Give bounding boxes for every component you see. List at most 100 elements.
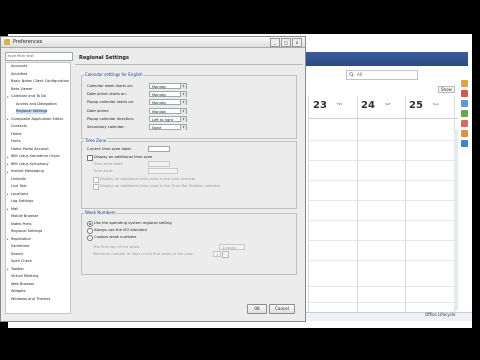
- tree-item[interactable]: Mobile Browser: [11, 214, 39, 219]
- tree-item[interactable]: Replication: [11, 237, 31, 242]
- tree-item[interactable]: Locations: [11, 192, 28, 197]
- tz-option-2: Display an additional time zone in the T…: [100, 184, 221, 188]
- select-value: Monday: [152, 109, 167, 114]
- twisty-collapsed-icon[interactable]: ▸: [7, 170, 9, 174]
- sidebar-tool-icon[interactable]: [461, 120, 468, 127]
- tree-item[interactable]: Sametime: [11, 244, 29, 249]
- window-controls: _ □ x: [269, 38, 302, 47]
- tz-label-input[interactable]: [148, 161, 170, 167]
- min-days-label: Minimum number of days in the first week…: [93, 252, 194, 256]
- tree-item[interactable]: Toolbar: [11, 267, 24, 272]
- twisty-collapsed-icon[interactable]: ▸: [7, 267, 9, 271]
- time-zone-group: [81, 141, 297, 209]
- settings-panel: Regional Settings Calendar settings for …: [75, 51, 303, 317]
- tree-item[interactable]: Contacts: [11, 124, 27, 129]
- tree-item[interactable]: IBM Lotus Sametime Unyte: [11, 154, 60, 159]
- tree-item[interactable]: Notes Ports: [11, 222, 32, 227]
- search-box[interactable]: All: [346, 70, 418, 80]
- day-header-23[interactable]: 23 FRI: [313, 100, 342, 118]
- tree-item[interactable]: Fonts: [11, 139, 21, 144]
- week-number-radio[interactable]: [87, 221, 93, 227]
- show-button[interactable]: Show: [438, 86, 455, 93]
- tree-item[interactable]: Access and Delegation: [16, 102, 57, 107]
- tree-item[interactable]: Windows and Themes: [11, 297, 50, 302]
- twisty-collapsed-icon[interactable]: ▸: [7, 155, 9, 159]
- first-day-select[interactable]: Sunday: [219, 244, 245, 250]
- filter-input[interactable]: type filter text: [5, 52, 73, 61]
- maximize-button[interactable]: □: [281, 38, 291, 47]
- first-day-value: Sunday: [222, 246, 236, 250]
- chevron-down-icon: ▾: [180, 92, 186, 98]
- tree-item[interactable]: Live Text: [11, 184, 27, 189]
- tree-item[interactable]: Home Portal Account: [11, 147, 49, 152]
- day-header-25[interactable]: 25 Sun: [409, 100, 439, 118]
- group-label: Week Numbers: [84, 210, 117, 215]
- grid-row: [308, 180, 454, 181]
- current-tz-input[interactable]: [148, 146, 170, 152]
- week-number-radio[interactable]: [87, 235, 93, 241]
- calendar-setting-select[interactable]: Monday ▾: [149, 99, 187, 106]
- close-button[interactable]: x: [292, 38, 302, 47]
- tree-item[interactable]: IBM Lotus Symphony: [11, 162, 49, 167]
- tree-item[interactable]: Composite Application Editor: [11, 117, 63, 122]
- tz-label-label: Time zone label:: [93, 162, 124, 166]
- cancel-button[interactable]: Cancel: [269, 304, 295, 314]
- min-days-input[interactable]: 1: [213, 251, 221, 257]
- tree-item[interactable]: Virtual Meeting: [11, 274, 38, 279]
- calendar-setting-select[interactable]: None ▾: [149, 124, 187, 130]
- sidebar-tool-icon[interactable]: [461, 100, 468, 107]
- dialog-titlebar[interactable]: Preferences _ □ x: [1, 37, 305, 48]
- tree-item[interactable]: Regional Settings: [16, 109, 48, 114]
- first-day-label: The first day of the week:: [93, 245, 141, 249]
- week-number-radio[interactable]: [87, 228, 93, 234]
- twisty-expanded-icon[interactable]: ▾: [7, 95, 9, 99]
- sidebar-tool-icon[interactable]: [461, 110, 468, 117]
- week-number-option: Use the operating system regional settin…: [94, 221, 172, 225]
- calendar-setting-select[interactable]: Monday ▾: [149, 83, 187, 89]
- tree-item[interactable]: Mail: [11, 207, 18, 212]
- tree-item[interactable]: Activities: [11, 72, 27, 77]
- time-zone-label: Time zone:: [93, 169, 114, 173]
- tz-option-checkbox-2[interactable]: [93, 184, 99, 190]
- sidebar-tool-icon[interactable]: [461, 130, 468, 137]
- day-header-24[interactable]: 24 SAT: [361, 100, 391, 118]
- tz-option-checkbox-1[interactable]: [93, 177, 99, 183]
- tree-item[interactable]: Accounts: [11, 64, 27, 69]
- calendar-setting-label: Calendar week starts on:: [87, 84, 134, 88]
- tree-item[interactable]: Spell Check: [11, 259, 32, 264]
- chevron-down-icon: ▾: [180, 108, 186, 114]
- week-number-option: Always use the ISO standard: [94, 228, 147, 232]
- tree-item[interactable]: Beta Viewer: [11, 87, 33, 92]
- calendar-setting-select[interactable]: Left to right ▾: [149, 115, 187, 122]
- min-days-spinner[interactable]: [222, 251, 229, 258]
- calendar-setting-select[interactable]: Monday ▾: [149, 91, 187, 98]
- minimize-button[interactable]: _: [270, 38, 280, 47]
- week-number-option: Custom week numbers: [94, 235, 137, 239]
- sidebar-tool-icon[interactable]: [461, 140, 468, 147]
- tree-item[interactable]: Feeds: [11, 132, 21, 137]
- tree-item[interactable]: Regional Settings: [11, 229, 42, 234]
- day-number: 24: [361, 100, 375, 111]
- tree-item[interactable]: LinkedIn: [11, 177, 26, 182]
- time-zone-select[interactable]: [148, 168, 178, 174]
- letterbox-right: [472, 0, 480, 360]
- tree-item[interactable]: Widgets: [11, 289, 26, 294]
- tree-item[interactable]: Instant Messaging: [11, 169, 44, 174]
- tree-item[interactable]: Web Browser: [11, 282, 35, 287]
- ok-button[interactable]: OK: [247, 304, 267, 314]
- twisty-collapsed-icon[interactable]: ▸: [7, 237, 9, 241]
- tree-item[interactable]: Log Settings: [11, 199, 33, 204]
- twisty-collapsed-icon[interactable]: ▸: [7, 162, 9, 166]
- sidebar-tool-icon[interactable]: [461, 80, 468, 87]
- divider: [75, 64, 303, 65]
- tree-item[interactable]: Basic Notes Client Configuration: [11, 79, 69, 84]
- tree-item[interactable]: Search: [11, 252, 23, 257]
- calendar-setting-select[interactable]: Monday ▾: [149, 107, 187, 114]
- twisty-collapsed-icon[interactable]: ▸: [7, 207, 9, 211]
- tree-item[interactable]: Calendar and To Do: [11, 94, 46, 99]
- twisty-collapsed-icon[interactable]: ▸: [7, 117, 9, 121]
- twisty-collapsed-icon[interactable]: ▸: [7, 192, 9, 196]
- additional-tz-checkbox[interactable]: [87, 155, 93, 161]
- day-name: Sun: [433, 102, 439, 106]
- sidebar-tool-icon[interactable]: [461, 90, 468, 97]
